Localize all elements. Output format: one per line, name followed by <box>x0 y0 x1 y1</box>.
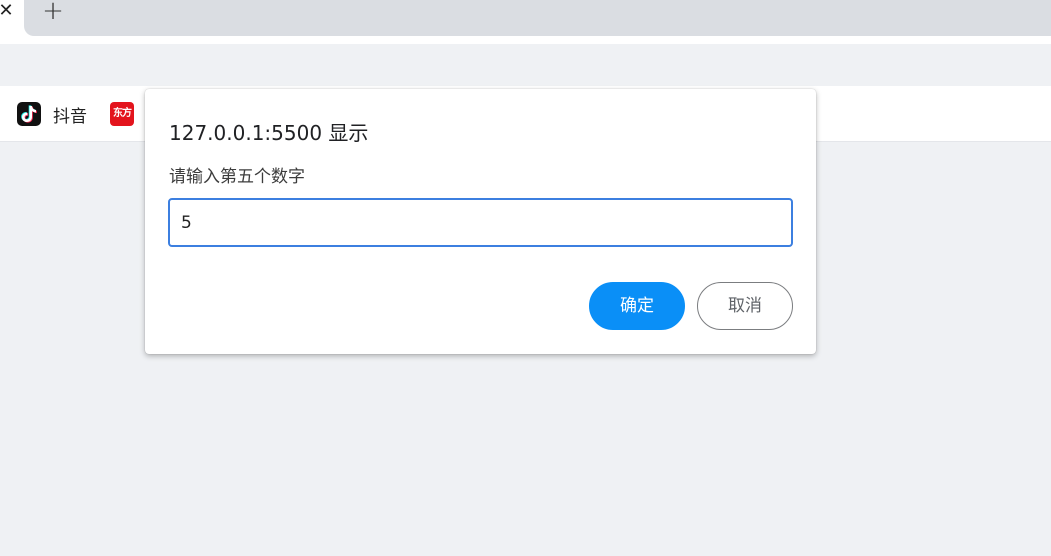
dialog-title: 127.0.0.1:5500 显示 <box>169 121 369 145</box>
bookmark-dongfang[interactable]: 东方 <box>110 86 134 142</box>
prompt-input[interactable] <box>168 198 793 247</box>
dialog-message: 请输入第五个数字 <box>169 167 305 187</box>
bookmark-douyin[interactable]: 抖音 <box>17 86 87 142</box>
close-tab-icon[interactable]: ✕ <box>0 0 14 22</box>
ok-button[interactable]: 确定 <box>589 282 685 330</box>
douyin-icon <box>17 102 41 126</box>
cancel-button[interactable]: 取消 <box>697 282 793 330</box>
new-tab-button[interactable]: + <box>40 0 66 24</box>
toolbar <box>0 44 1051 86</box>
active-tab[interactable]: ✕ <box>0 0 24 44</box>
bookmark-label: 抖音 <box>53 106 87 127</box>
dongfang-icon: 东方 <box>110 102 134 126</box>
prompt-dialog: 127.0.0.1:5500 显示 请输入第五个数字 确定 取消 <box>145 89 816 354</box>
tab-strip-background <box>24 0 1051 36</box>
tab-strip: ✕ + <box>0 0 1051 44</box>
